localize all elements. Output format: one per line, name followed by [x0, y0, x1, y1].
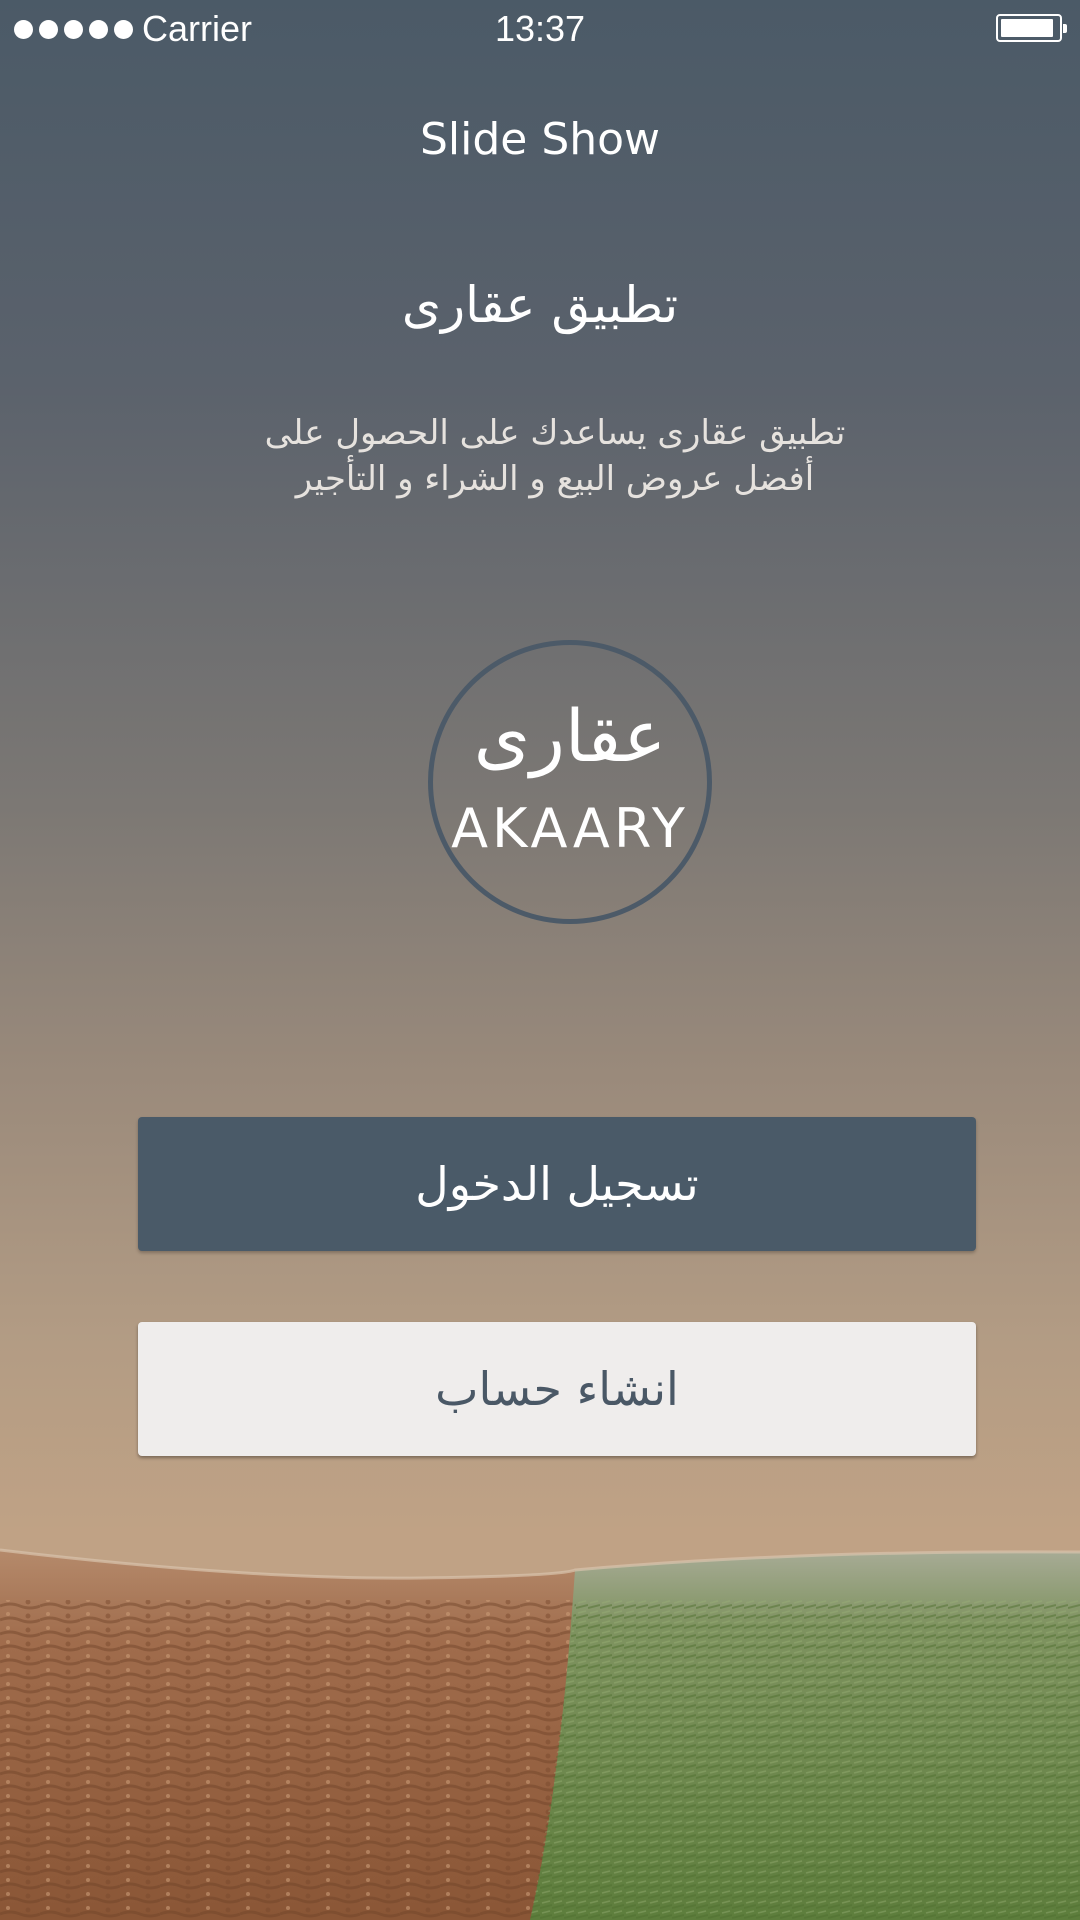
- app-logo: عقارى AKAARY: [428, 640, 712, 924]
- signup-button[interactable]: انشاء حساب: [138, 1322, 976, 1456]
- login-button[interactable]: تسجيل الدخول: [138, 1117, 976, 1251]
- battery-full-icon: [996, 14, 1067, 42]
- login-button-label: تسجيل الدخول: [415, 1157, 699, 1211]
- nav-title: Slide Show: [419, 114, 661, 165]
- welcome-screen: Carrier 13:37 Slide Show تطبيق عقارى تطب…: [0, 0, 1080, 1920]
- tagline: تطبيق عقارى يساعدك على الحصول على أفضل ع…: [200, 410, 910, 502]
- app-title: تطبيق عقارى: [401, 276, 679, 334]
- status-time: 13:37: [494, 8, 586, 49]
- logo-english-text: AKAARY: [451, 797, 689, 860]
- status-bar: Carrier 13:37: [0, 0, 1080, 58]
- tagline-line-2: أفضل عروض البيع و الشراء و التأجير: [295, 459, 815, 499]
- tagline-line-1: تطبيق عقارى يساعدك على الحصول على: [264, 413, 846, 453]
- signup-button-label: انشاء حساب: [435, 1362, 679, 1416]
- landscape-background-image: [0, 1548, 1080, 1920]
- logo-arabic-text: عقارى: [473, 694, 667, 778]
